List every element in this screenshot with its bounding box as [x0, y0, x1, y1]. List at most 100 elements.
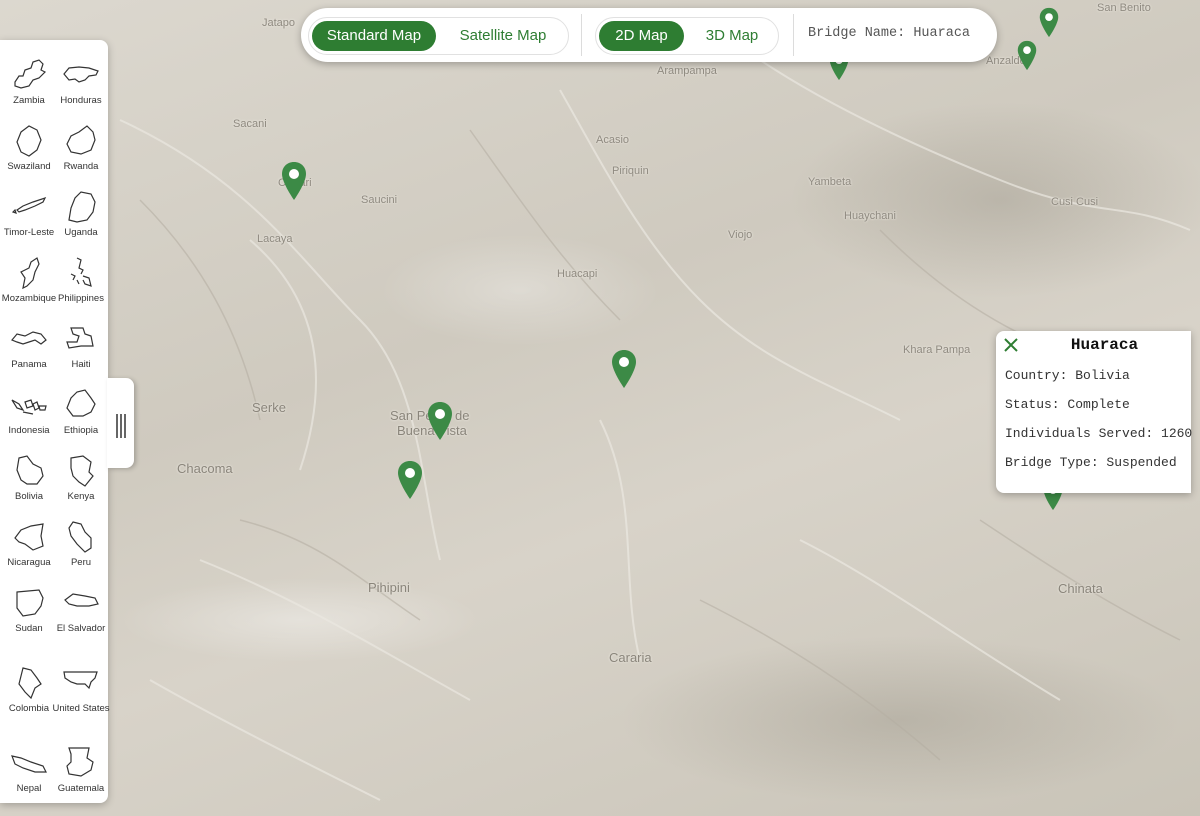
country-indonesia[interactable]: Indonesia: [2, 378, 56, 444]
country-label: Ethiopia: [63, 425, 99, 436]
panama-shape-icon: [11, 331, 47, 345]
place-label: San Benito: [1097, 2, 1151, 14]
divider: [581, 14, 582, 56]
country-label: Rwanda: [63, 161, 99, 172]
country-timor-leste[interactable]: Timor-Leste: [2, 180, 56, 246]
country-uganda[interactable]: Uganda: [54, 180, 108, 246]
sudan-shape-icon: [16, 589, 44, 617]
zambia-shape-icon: [14, 59, 47, 89]
country-ethiopia[interactable]: Ethiopia: [54, 378, 108, 444]
popup-bridge-type: Bridge Type: Suspended: [1005, 455, 1177, 470]
place-label: Piriquin: [612, 165, 649, 177]
country-label: El Salvador: [56, 623, 106, 634]
country-guatemala[interactable]: Guatemala: [54, 736, 108, 802]
bridge-marker-icon[interactable]: [427, 401, 453, 441]
place-label: Pihipini: [368, 580, 410, 595]
guatemala-shape-icon: [66, 747, 94, 777]
map-type-toggle: Standard Map Satellite Map: [308, 17, 569, 55]
indonesia-shape-icon: [11, 399, 47, 415]
country-nicaragua[interactable]: Nicaragua: [2, 510, 56, 576]
bridge-marker-icon[interactable]: [281, 161, 307, 201]
country-sudan[interactable]: Sudan: [2, 576, 56, 642]
standard-map-button[interactable]: Standard Map: [312, 21, 436, 51]
bridge-name-display: Bridge Name: Huaraca: [808, 26, 971, 41]
timor-leste-shape-icon: [11, 196, 47, 214]
place-label: Jatapo: [262, 17, 296, 29]
country-label: Peru: [70, 557, 92, 568]
country-peru[interactable]: Peru: [54, 510, 108, 576]
place-label: Acasio: [596, 134, 630, 146]
ethiopia-shape-icon: [66, 389, 96, 417]
peru-shape-icon: [68, 521, 92, 553]
country-united-states[interactable]: United States: [52, 656, 110, 722]
popup-individuals-served: Individuals Served: 1260: [1005, 426, 1193, 441]
place-label: Arampampa: [657, 65, 717, 77]
map-controls-bar: Standard Map Satellite Map 2D Map 3D Map…: [301, 8, 997, 62]
place-label: Khara Pampa: [903, 344, 971, 356]
satellite-map-button[interactable]: Satellite Map: [443, 21, 563, 51]
popup-status: Status: Complete: [1005, 397, 1130, 412]
place-label: Saucini: [361, 194, 398, 206]
bridge-info-popup: Huaraca Country: Bolivia Status: Complet…: [996, 331, 1193, 493]
grip-line: [116, 414, 118, 438]
view-mode-toggle: 2D Map 3D Map: [595, 17, 779, 55]
grip-line: [124, 414, 126, 438]
nepal-shape-icon: [11, 755, 47, 773]
uganda-shape-icon: [68, 191, 96, 223]
country-zambia[interactable]: Zambia: [2, 48, 56, 114]
country-colombia[interactable]: Colombia: [2, 656, 56, 722]
swaziland-shape-icon: [16, 125, 42, 157]
place-label: Serke: [252, 400, 286, 415]
country-kenya[interactable]: Kenya: [54, 444, 108, 510]
grip-line: [120, 414, 122, 438]
country-sidebar: Zambia Honduras Swaziland Rwanda Timor-L…: [0, 40, 110, 803]
country-rwanda[interactable]: Rwanda: [54, 114, 108, 180]
country-label: Honduras: [60, 95, 102, 106]
place-label: Sacani: [233, 118, 267, 130]
place-label: Yambeta: [808, 176, 852, 188]
country-swaziland[interactable]: Swaziland: [2, 114, 56, 180]
bridge-marker-icon[interactable]: [397, 460, 423, 500]
place-label: Chinata: [1058, 581, 1103, 596]
country-label: Philippines: [58, 293, 104, 304]
place-label: Chacoma: [177, 461, 233, 476]
country-label: Kenya: [67, 491, 95, 502]
country-honduras[interactable]: Honduras: [54, 48, 108, 114]
country-label: Uganda: [64, 227, 98, 238]
bridge-marker-icon[interactable]: [1017, 40, 1037, 71]
place-label: Huacapi: [557, 268, 598, 280]
place-label: Huaychani: [844, 210, 896, 222]
place-label: Viojo: [728, 229, 753, 241]
country-label: Haiti: [71, 359, 91, 370]
sidebar-toggle-handle[interactable]: [107, 378, 134, 468]
kenya-shape-icon: [70, 455, 94, 487]
bridge-marker-icon[interactable]: [1039, 7, 1059, 38]
bolivia-shape-icon: [16, 455, 44, 485]
el-salvador-shape-icon: [64, 593, 99, 607]
country-label: United States: [52, 703, 110, 714]
2d-map-button[interactable]: 2D Map: [599, 21, 684, 51]
place-label: Lacaya: [257, 233, 293, 245]
country-mozambique[interactable]: Mozambique: [2, 246, 56, 312]
united-states-shape-icon: [63, 671, 98, 690]
bridge-marker-icon[interactable]: [611, 349, 637, 389]
country-panama[interactable]: Panama: [2, 312, 56, 378]
country-nepal[interactable]: Nepal: [2, 736, 56, 802]
popup-country: Country: Bolivia: [1005, 368, 1130, 383]
popup-title: Huaraca: [1070, 336, 1139, 354]
rwanda-shape-icon: [66, 125, 96, 155]
country-philippines[interactable]: Philippines: [54, 246, 108, 312]
mozambique-shape-icon: [20, 257, 40, 290]
country-el-salvador[interactable]: El Salvador: [54, 576, 108, 642]
country-bolivia[interactable]: Bolivia: [2, 444, 56, 510]
philippines-shape-icon: [70, 257, 92, 287]
nicaragua-shape-icon: [14, 523, 44, 551]
place-label: Cararia: [609, 650, 652, 665]
place-label: Cusi Cusi: [1051, 196, 1099, 208]
honduras-shape-icon: [63, 66, 99, 83]
country-haiti[interactable]: Haiti: [54, 312, 108, 378]
colombia-shape-icon: [18, 667, 42, 700]
country-label: Guatemala: [57, 783, 105, 794]
3d-map-button[interactable]: 3D Map: [691, 21, 773, 51]
haiti-shape-icon: [66, 327, 94, 349]
